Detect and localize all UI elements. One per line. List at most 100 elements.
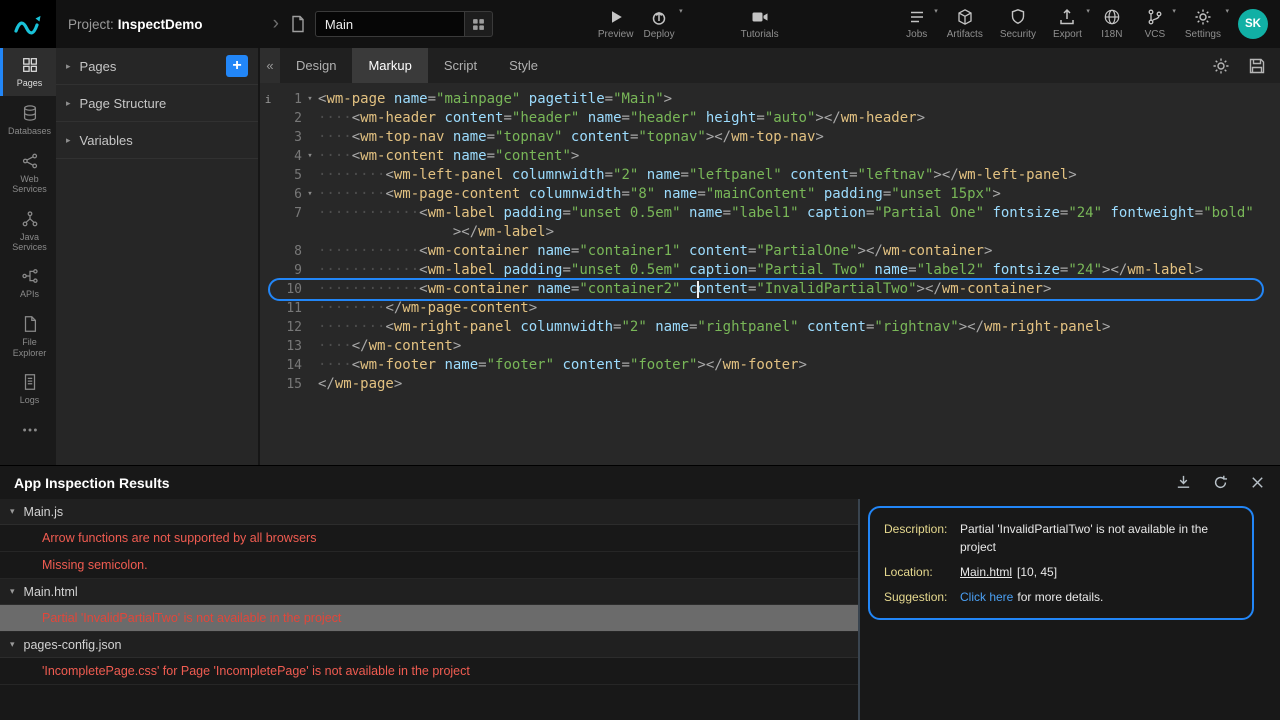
globe-language-icon	[1103, 8, 1121, 26]
code-line-8[interactable]: 8············<wm-container name="contain…	[260, 242, 1280, 261]
sidebar-item-web-services[interactable]: Web Services	[0, 144, 56, 202]
tab-design[interactable]: Design	[280, 48, 352, 83]
fold-chevron-icon[interactable]: ▾	[302, 185, 318, 204]
action-security-label: Security	[1000, 29, 1036, 40]
tab-markup[interactable]: Markup	[352, 48, 427, 83]
code-text: ····</wm-content>	[318, 337, 1280, 356]
code-line-wrap[interactable]: ></wm-label>	[260, 223, 1280, 242]
inspection-item[interactable]: Partial 'InvalidPartialTwo' is not avail…	[0, 605, 858, 632]
code-line-6[interactable]: 6▾········<wm-page-content columnwidth="…	[260, 185, 1280, 204]
tab-script[interactable]: Script	[428, 48, 493, 83]
inspection-item[interactable]: 'IncompletePage.css' for Page 'Incomplet…	[0, 658, 858, 685]
inspection-list: ▾Main.jsArrow functions are not supporte…	[0, 499, 860, 720]
workspace: Pages Databases Web Services Java Services A…	[0, 48, 1280, 465]
fold-chevron-icon[interactable]: ▾	[302, 147, 318, 166]
action-tutorials[interactable]: Tutorials	[736, 6, 784, 42]
sidebar-item-databases[interactable]: Databases	[0, 96, 56, 144]
line-number: 7	[276, 204, 302, 223]
grid-view-button[interactable]	[465, 11, 493, 37]
explorer-section-pages[interactable]: ▸Pages+	[56, 48, 258, 85]
sidebar-item-logs[interactable]: Logs	[0, 365, 56, 413]
video-icon	[751, 8, 769, 26]
inspection-item[interactable]: Arrow functions are not supported by all…	[0, 525, 858, 552]
code-line-1[interactable]: i1▾<wm-page name="mainpage" pagetitle="M…	[260, 90, 1280, 109]
inspection-group-main-js[interactable]: ▾Main.js	[0, 499, 858, 525]
markup-settings-gear-icon[interactable]	[1212, 57, 1230, 75]
code-line-13[interactable]: 13····</wm-content>	[260, 337, 1280, 356]
sidebar-item-file-explorer[interactable]: File Explorer	[0, 307, 56, 365]
action-vcs[interactable]: ▾VCS	[1137, 6, 1173, 42]
download-icon[interactable]	[1175, 474, 1192, 491]
collapse-panel-button[interactable]: «	[260, 48, 280, 83]
code-line-5[interactable]: 5········<wm-left-panel columnwidth="2" …	[260, 166, 1280, 185]
ellipsis-icon	[21, 421, 39, 439]
line-number: 15	[276, 375, 302, 394]
code-line-7[interactable]: 7············<wm-label padding="unset 0.…	[260, 204, 1280, 223]
sidebar-item-more[interactable]	[0, 413, 56, 461]
fold-spacer	[302, 242, 318, 261]
fold-spacer	[302, 299, 318, 318]
code-line-2[interactable]: 2····<wm-header content="header" name="h…	[260, 109, 1280, 128]
detail-location-row: Location: Main.html[10, 45]	[884, 563, 1238, 581]
inspection-group-main-html[interactable]: ▾ Main.html	[0, 579, 858, 605]
add-page-button[interactable]: +	[226, 55, 248, 77]
explorer-section-label: Page Structure	[80, 96, 167, 111]
tab-style[interactable]: Style	[493, 48, 554, 83]
explorer-section-page-structure[interactable]: ▸Page Structure	[56, 85, 258, 122]
code-editor[interactable]: i1▾<wm-page name="mainpage" pagetitle="M…	[260, 83, 1280, 465]
location-file-link[interactable]: Main.html	[960, 565, 1012, 579]
sidebar-item-pages[interactable]: Pages	[0, 48, 56, 96]
code-line-4[interactable]: 4▾····<wm-content name="content">	[260, 147, 1280, 166]
sidebar-item-label: Java Services	[5, 232, 54, 253]
action-preview[interactable]: Preview	[593, 6, 639, 42]
topbar-center-actions: Preview▾Deploy Tutorials	[593, 6, 784, 42]
wavemaker-logo-icon	[11, 9, 45, 39]
action-deploy-label: Deploy	[643, 29, 674, 40]
user-avatar[interactable]: SK	[1238, 9, 1268, 39]
sidebar-item-label: Pages	[17, 78, 43, 88]
code-line-11[interactable]: 11········</wm-page-content>	[260, 299, 1280, 318]
save-icon[interactable]	[1248, 57, 1266, 75]
fold-spacer	[302, 204, 318, 223]
action-export[interactable]: ▾Export	[1048, 6, 1087, 42]
chevron-down-icon: ▾	[10, 586, 15, 597]
action-export-label: Export	[1053, 29, 1082, 40]
inspection-file-name: Main.html	[24, 585, 78, 599]
code-line-14[interactable]: 14····<wm-footer name="footer" content="…	[260, 356, 1280, 375]
topbar: Project:InspectDemo › Main Preview▾Deplo…	[0, 0, 1280, 48]
action-security[interactable]: Security	[995, 6, 1041, 42]
action-i18n[interactable]: I18N	[1094, 6, 1130, 42]
code-text: ············<wm-label padding="unset 0.5…	[318, 261, 1280, 280]
sidebar-item-apis[interactable]: APIs	[0, 259, 56, 307]
close-icon[interactable]	[1249, 474, 1266, 491]
sidebar-item-java-services[interactable]: Java Services	[0, 202, 56, 260]
code-line-12[interactable]: 12········<wm-right-panel columnwidth="2…	[260, 318, 1280, 337]
code-text: ····<wm-top-nav name="topnav" content="t…	[318, 128, 1280, 147]
inspection-group-pages-config-json[interactable]: ▾pages-config.json	[0, 632, 858, 658]
suggestion-link[interactable]: Click here	[960, 590, 1013, 604]
play-icon	[607, 8, 625, 26]
action-artifacts[interactable]: Artifacts	[942, 6, 988, 42]
code-line-10[interactable]: 10············<wm-container name="contai…	[260, 280, 1280, 299]
action-jobs[interactable]: ▾Jobs	[899, 6, 935, 42]
sidebar-item-label: File Explorer	[5, 337, 54, 358]
fold-chevron-icon[interactable]: ▾	[302, 90, 318, 109]
action-deploy[interactable]: ▾Deploy	[638, 6, 679, 42]
action-i18n-label: I18N	[1101, 29, 1122, 40]
refresh-icon[interactable]	[1212, 474, 1229, 491]
action-settings[interactable]: ▾Settings	[1180, 6, 1226, 42]
inspection-toolbar	[1175, 474, 1266, 491]
chevron-down-icon: ▾	[934, 7, 938, 15]
project-name: InspectDemo	[118, 17, 203, 32]
app-logo[interactable]	[0, 0, 56, 48]
inspection-item[interactable]: Missing semicolon.	[0, 552, 858, 579]
code-line-3[interactable]: 3····<wm-top-nav name="topnav" content="…	[260, 128, 1280, 147]
code-lines: i1▾<wm-page name="mainpage" pagetitle="M…	[260, 90, 1280, 394]
sidebar-item-label: Databases	[8, 126, 51, 136]
code-line-9[interactable]: 9············<wm-label padding="unset 0.…	[260, 261, 1280, 280]
page-selector[interactable]: Main	[315, 11, 465, 37]
code-line-15[interactable]: 15</wm-page>	[260, 375, 1280, 394]
suggestion-rest: for more details.	[1017, 590, 1103, 604]
editor: « DesignMarkupScriptStyle i1▾<wm-page na…	[260, 48, 1280, 465]
explorer-section-variables[interactable]: ▸Variables	[56, 122, 258, 159]
